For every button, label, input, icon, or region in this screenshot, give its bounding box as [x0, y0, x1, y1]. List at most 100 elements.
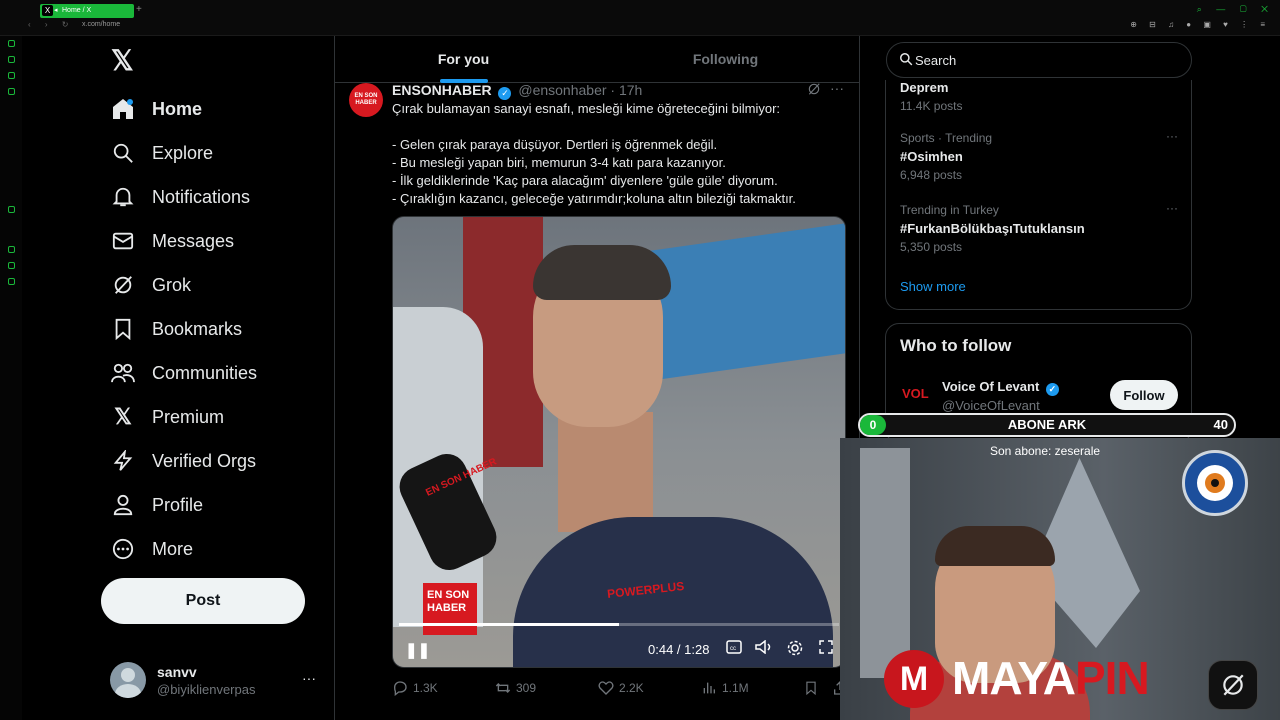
- settings-gear-icon[interactable]: [787, 640, 803, 659]
- tab-for-you[interactable]: For you: [335, 36, 592, 83]
- last-subscriber-text: Son abone: zeserale: [989, 444, 1101, 458]
- follow-button[interactable]: Follow: [1110, 380, 1178, 410]
- trends-panel: Deprem 11.4K posts Sports · Trending #Os…: [885, 80, 1192, 310]
- trend-title: #FurkanBölükbaşıTutuklansın: [900, 221, 1085, 236]
- nav-notifications[interactable]: Notifications: [110, 179, 250, 215]
- nav-label: Explore: [152, 142, 214, 163]
- grok-icon: [110, 272, 136, 298]
- trend-item[interactable]: Sports · Trending #Osimhen 6,948 posts ·…: [900, 129, 1180, 182]
- tweet-more-icon[interactable]: ···: [830, 80, 844, 96]
- tab-label: For you: [437, 51, 490, 67]
- tweet-text: Çırak bulamayan sanayi esnafı, mesleği k…: [392, 101, 796, 206]
- mayapin-brand-text: MAYAPIN: [952, 650, 1150, 706]
- sidebar-app-icon[interactable]: [8, 40, 15, 47]
- tab-label: Following: [692, 51, 759, 67]
- nav-communities[interactable]: Communities: [110, 355, 257, 391]
- search-field[interactable]: [886, 42, 1192, 78]
- suggested-account-handle[interactable]: @VoiceOfLevant: [942, 398, 1040, 413]
- reply-button[interactable]: 1.3K: [392, 680, 438, 696]
- show-more-link[interactable]: Show more: [900, 279, 966, 294]
- url-bar[interactable]: x.com/home: [82, 21, 120, 28]
- nav-verified-orgs[interactable]: Verified Orgs: [110, 443, 256, 479]
- tweet-author-handle[interactable]: @ensonhaber: [518, 82, 606, 98]
- sidebar-app-icon[interactable]: [8, 278, 15, 285]
- tweet-header: ENSONHABER ✓ @ensonhaber · 17h: [392, 82, 642, 100]
- sidebar-app-icon[interactable]: [8, 206, 15, 213]
- bell-icon: [110, 184, 136, 210]
- goal-label: ABONE ARK: [1007, 417, 1087, 432]
- nav-messages[interactable]: Messages: [110, 223, 234, 259]
- nav-bookmarks[interactable]: Bookmarks: [110, 311, 242, 347]
- video-player[interactable]: POWERPLUS EN SON HABER EN SON HABER ❚❚ 0…: [392, 216, 846, 668]
- tweet-author-name[interactable]: ENSONHABER: [392, 82, 492, 98]
- video-progress-bar[interactable]: [399, 623, 839, 626]
- suggested-account-name[interactable]: Voice Of Levant ✓: [942, 379, 1062, 396]
- sidebar-app-icon[interactable]: [8, 72, 15, 79]
- nav-grok[interactable]: Grok: [110, 267, 191, 303]
- trend-more-icon[interactable]: ···: [1166, 129, 1178, 143]
- more-dots-icon[interactable]: ···: [302, 670, 316, 686]
- bookmark-icon: [110, 316, 136, 342]
- x-logo-icon[interactable]: 𝕏: [111, 47, 137, 75]
- extension-icons[interactable]: ⊕ ⊟ ♫ ● ▣ ♥ ⋮ ≡: [1130, 20, 1270, 29]
- trend-title: Deprem: [900, 80, 949, 95]
- account-name: sanvv: [157, 664, 197, 680]
- tweet-time[interactable]: · 17h: [610, 82, 642, 98]
- search-input[interactable]: [915, 43, 1175, 77]
- repost-icon: [495, 683, 511, 693]
- trend-count: 11.4K posts: [900, 99, 963, 113]
- like-button[interactable]: 2.2K: [598, 680, 644, 696]
- post-button[interactable]: Post: [101, 578, 305, 624]
- window-controls[interactable]: ⌕ ― ▢ ✕: [1197, 4, 1274, 15]
- nav-more[interactable]: More: [110, 531, 193, 567]
- trend-item[interactable]: Deprem 11.4K posts: [900, 76, 1180, 113]
- new-tab-button[interactable]: +: [136, 4, 146, 16]
- browser-sidebar: [0, 36, 22, 720]
- voice-of-levant-logo[interactable]: VOL: [902, 386, 929, 401]
- nav-profile[interactable]: Profile: [110, 487, 203, 523]
- sidebar-app-icon[interactable]: [8, 88, 15, 95]
- grok-floating-button[interactable]: [1208, 660, 1258, 710]
- evil-eye-icon: [1182, 450, 1248, 516]
- nav-label: Home: [152, 98, 203, 119]
- sidebar-app-icon[interactable]: [8, 246, 15, 253]
- tweet-avatar[interactable]: EN SON HABER: [349, 83, 383, 117]
- nav-premium[interactable]: 𝕏 Premium: [110, 399, 224, 435]
- verified-badge-icon: ✓: [1045, 383, 1059, 396]
- goal-current: 0: [860, 415, 886, 435]
- bookmark-button[interactable]: [804, 680, 818, 696]
- account-switcher[interactable]: sanvv @biyiklienverpas ···: [110, 660, 320, 700]
- verified-badge-icon: ✓: [498, 87, 512, 100]
- nav-label: Profile: [152, 494, 204, 515]
- trend-more-icon[interactable]: ···: [1166, 201, 1178, 215]
- reply-count: 1.3K: [413, 681, 438, 695]
- nav-label: Communities: [152, 362, 258, 383]
- pause-icon[interactable]: ❚❚: [405, 641, 430, 659]
- browser-tab[interactable]: X ◂ Home / X: [40, 4, 134, 18]
- nav-home[interactable]: Home: [110, 91, 202, 127]
- evil-eye-pupil: [1211, 479, 1219, 487]
- x-favicon-icon: X: [42, 5, 53, 16]
- avatar: [110, 662, 146, 698]
- nav-explore[interactable]: Explore: [110, 135, 213, 171]
- video-person-neck: [558, 412, 653, 532]
- captions-icon[interactable]: cc: [726, 640, 742, 657]
- sidebar-app-icon[interactable]: [8, 262, 15, 269]
- tab-following[interactable]: Following: [597, 36, 854, 83]
- who-to-follow-title: Who to follow: [900, 336, 1012, 355]
- like-count: 2.2K: [619, 681, 644, 695]
- grok-explain-icon[interactable]: [807, 82, 821, 99]
- views-button[interactable]: 1.1M: [701, 680, 749, 696]
- nav-label: Verified Orgs: [152, 450, 257, 471]
- trend-item[interactable]: Trending in Turkey #FurkanBölükbaşıTutuk…: [900, 201, 1180, 254]
- repost-button[interactable]: 309: [495, 680, 536, 696]
- volume-icon[interactable]: [755, 639, 773, 657]
- trend-title: #Osimhen: [900, 149, 963, 164]
- views-count: 1.1M: [722, 681, 749, 695]
- sidebar-app-icon[interactable]: [8, 56, 15, 63]
- fullscreen-icon[interactable]: [819, 640, 833, 657]
- brand-red: PIN: [1075, 652, 1150, 704]
- streamer-hair: [935, 526, 1055, 566]
- feed-tabs: For you Following: [335, 36, 859, 83]
- browser-nav-buttons[interactable]: ‹ › ↻: [28, 20, 74, 29]
